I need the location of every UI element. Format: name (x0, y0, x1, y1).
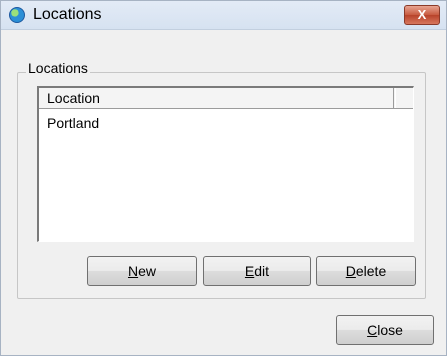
new-label-rest: ew (138, 263, 157, 279)
globe-icon (9, 7, 25, 23)
column-header-filler (395, 88, 414, 108)
window-close-button[interactable]: X (404, 5, 440, 25)
locations-list[interactable]: Location Portland (37, 86, 414, 242)
delete-label-rest: elete (355, 263, 387, 279)
group-label: Locations (26, 60, 90, 76)
close-mnemonic: C (367, 322, 378, 338)
edit-label-rest: dit (254, 263, 270, 279)
column-header-location[interactable]: Location (39, 88, 394, 108)
new-button[interactable]: New (87, 256, 197, 286)
close-button[interactable]: Close (336, 315, 434, 345)
close-label-rest: lose (377, 322, 403, 338)
delete-mnemonic: D (345, 263, 356, 279)
edit-button[interactable]: Edit (203, 256, 311, 286)
edit-mnemonic: E (244, 263, 255, 279)
list-header: Location (39, 88, 413, 109)
new-mnemonic: N (127, 263, 139, 279)
list-item[interactable]: Portland (47, 115, 99, 131)
title-bar: Locations X (1, 1, 446, 30)
window-title: Locations (33, 6, 102, 23)
delete-button[interactable]: Delete (316, 256, 416, 286)
